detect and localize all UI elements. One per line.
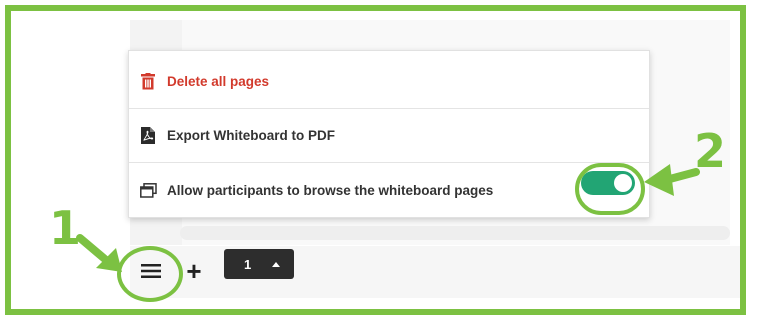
horizontal-scrollbar[interactable] — [180, 226, 730, 240]
page-number: 1 — [244, 256, 252, 272]
window-stack-icon — [139, 180, 157, 200]
delete-all-pages-item[interactable]: Delete all pages — [129, 55, 649, 109]
hamburger-menu-icon — [141, 263, 161, 284]
caret-up-icon — [272, 261, 280, 267]
export-pdf-item[interactable]: Export Whiteboard to PDF — [129, 109, 649, 163]
callout-arrow-2 — [644, 164, 700, 196]
page-number-selector[interactable]: 1 — [224, 249, 294, 279]
whiteboard-menu-button[interactable] — [138, 262, 164, 284]
pdf-file-icon — [139, 126, 157, 146]
whiteboard-options-menu: Delete all pages Export Whiteboard to PD… — [128, 50, 650, 218]
allow-browse-label: Allow participants to browse the whitebo… — [167, 182, 494, 198]
allow-browse-item[interactable]: Allow participants to browse the whitebo… — [129, 163, 649, 217]
trash-icon — [139, 72, 157, 92]
export-pdf-label: Export Whiteboard to PDF — [167, 128, 335, 143]
bottom-toolbar — [130, 246, 740, 298]
callout-arrow-1 — [76, 234, 122, 272]
toggle-highlight-ring — [575, 163, 645, 215]
delete-all-pages-label: Delete all pages — [167, 74, 270, 89]
add-page-button[interactable]: + — [183, 258, 205, 284]
